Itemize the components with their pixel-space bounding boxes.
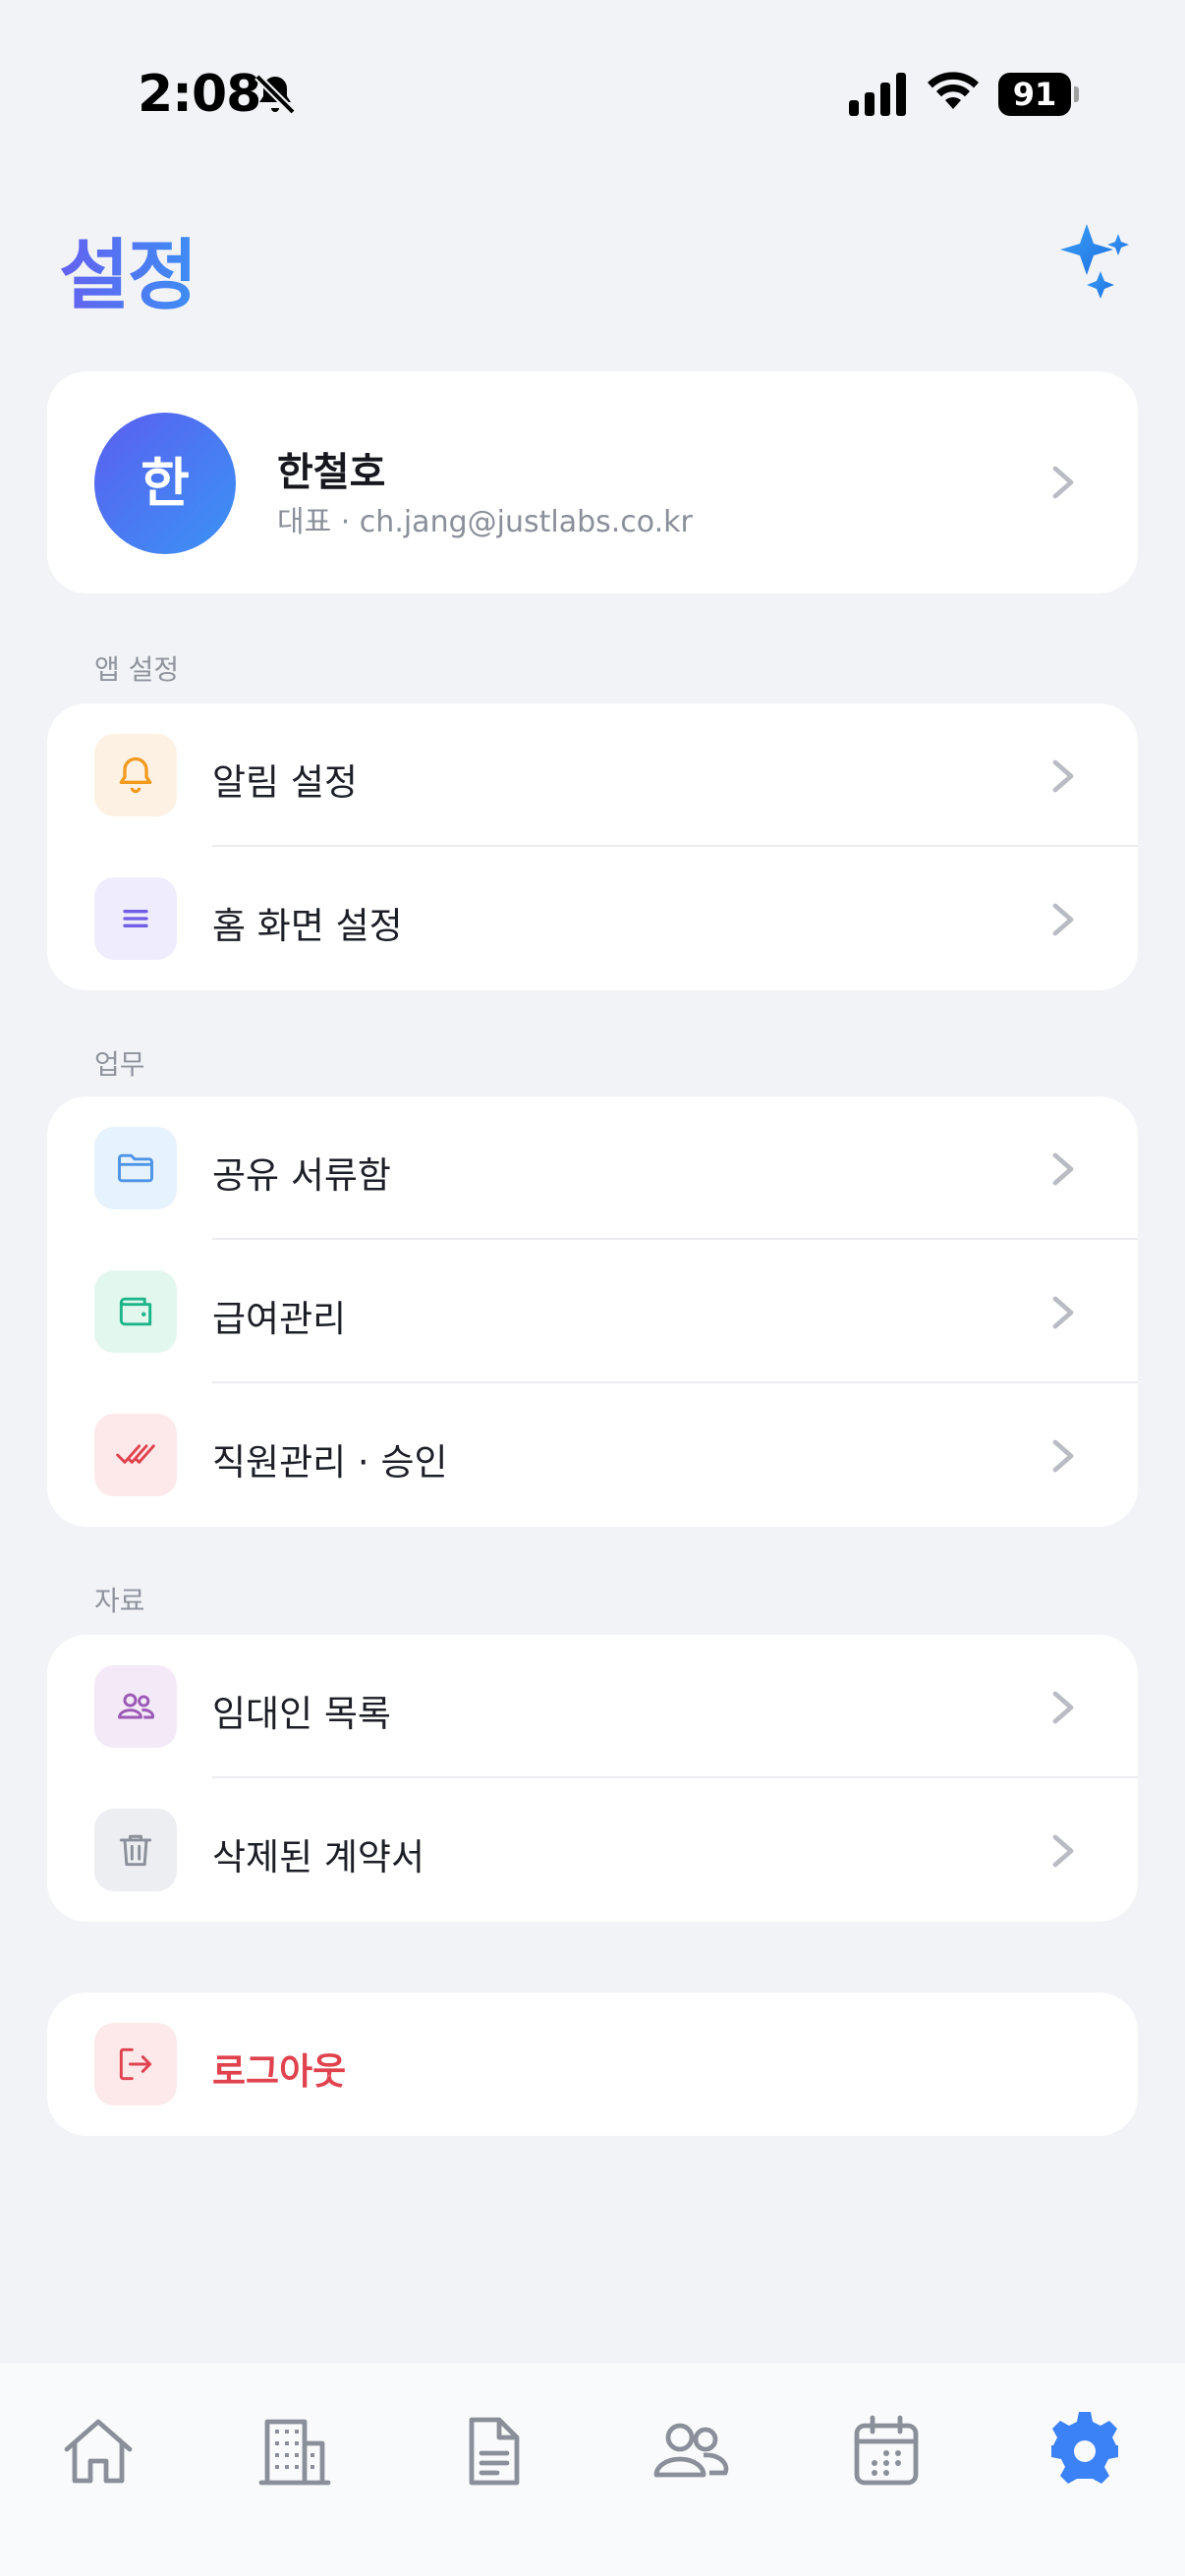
trash-icon [119, 1834, 152, 1867]
profile-subtitle: 대표 · ch.jang@justlabs.co.kr [277, 505, 693, 539]
building-icon [258, 2419, 331, 2486]
bell-icon [119, 756, 152, 794]
document-icon [469, 2417, 520, 2486]
home-icon [64, 2419, 133, 2484]
row-deleted-contracts[interactable]: 삭제된 계약서 [47, 1778, 1138, 1922]
chevron-right-icon [1052, 1691, 1074, 1724]
sparkle-button[interactable] [1051, 218, 1140, 307]
battery-tip [1074, 86, 1079, 102]
app-settings-card: 알림 설정 홈 화면 설정 [47, 703, 1138, 990]
row-label: 공유 서류함 [212, 1154, 391, 1197]
work-card: 공유 서류함 급여관리 직원관리 · 승인 [47, 1096, 1138, 1527]
row-label: 임대인 목록 [212, 1693, 391, 1735]
row-icon-bg [94, 2023, 177, 2105]
wallet-icon [119, 1297, 152, 1326]
row-notification-settings[interactable]: 알림 설정 [47, 703, 1138, 847]
chevron-right-icon [1052, 759, 1074, 793]
logout-label: 로그아웃 [212, 2050, 347, 2093]
chevron-right-icon [1052, 1152, 1074, 1186]
chevron-right-icon [1052, 1296, 1074, 1329]
chevron-right-icon [1052, 466, 1074, 499]
status-bar: 2:08 91 [0, 0, 1185, 187]
bell-slash-icon [254, 74, 296, 115]
sparkles-icon [1060, 224, 1129, 299]
row-icon-bg [94, 1270, 177, 1353]
chevron-right-icon [1052, 1439, 1074, 1473]
calendar-icon [854, 2415, 919, 2486]
resources-card: 임대인 목록 삭제된 계약서 [47, 1635, 1138, 1922]
row-label: 직원관리 · 승인 [212, 1441, 448, 1484]
battery-icon: 91 [998, 73, 1079, 116]
logout-button[interactable]: 로그아웃 [47, 1992, 1138, 2136]
row-icon-bg [94, 1127, 177, 1209]
nav-buildings[interactable] [255, 2412, 334, 2491]
folder-icon [118, 1153, 153, 1183]
people-icon [118, 1693, 154, 1719]
row-label: 삭제된 계약서 [212, 1836, 425, 1878]
row-icon-bg [94, 877, 177, 960]
row-icon-bg [94, 1414, 177, 1496]
row-shared-documents[interactable]: 공유 서류함 [47, 1096, 1138, 1240]
bottom-nav [0, 2362, 1185, 2576]
section-label-app-settings: 앱 설정 [94, 653, 180, 686]
double-check-icon [116, 1444, 155, 1464]
status-time: 2:08 [138, 65, 261, 124]
profile-name: 한철호 [277, 450, 386, 495]
row-home-screen-settings[interactable]: 홈 화면 설정 [47, 847, 1138, 990]
logout-icon [119, 2047, 152, 2081]
nav-home[interactable] [59, 2412, 138, 2491]
nav-calendar[interactable] [847, 2412, 926, 2491]
nav-documents[interactable] [454, 2412, 533, 2491]
menu-lines-icon [123, 910, 148, 927]
battery-level: 91 [998, 73, 1071, 116]
row-icon-bg [94, 1665, 177, 1748]
chevron-right-icon [1052, 903, 1074, 936]
profile-card[interactable]: 한 한철호 대표 · ch.jang@justlabs.co.kr [47, 371, 1138, 593]
row-icon-bg [94, 1809, 177, 1891]
chevron-right-icon [1052, 1834, 1074, 1868]
gear-icon [1051, 2412, 1118, 2484]
section-label-work: 업무 [94, 1048, 145, 1081]
people-icon [653, 2423, 729, 2478]
wifi-icon [928, 72, 979, 109]
row-landlord-list[interactable]: 임대인 목록 [47, 1635, 1138, 1778]
logout-card: 로그아웃 [47, 1992, 1138, 2136]
row-label: 홈 화면 설정 [212, 905, 403, 947]
nav-settings[interactable] [1045, 2412, 1124, 2491]
row-employee-approval[interactable]: 직원관리 · 승인 [47, 1383, 1138, 1527]
row-payroll[interactable]: 급여관리 [47, 1240, 1138, 1383]
row-icon-bg [94, 734, 177, 816]
cellular-signal-icon [849, 73, 906, 116]
avatar: 한 [94, 413, 236, 554]
page-title: 설정 [59, 214, 198, 324]
nav-people[interactable] [650, 2412, 729, 2491]
section-label-resources: 자료 [94, 1585, 145, 1617]
row-label: 급여관리 [212, 1298, 347, 1340]
row-label: 알림 설정 [212, 761, 358, 804]
